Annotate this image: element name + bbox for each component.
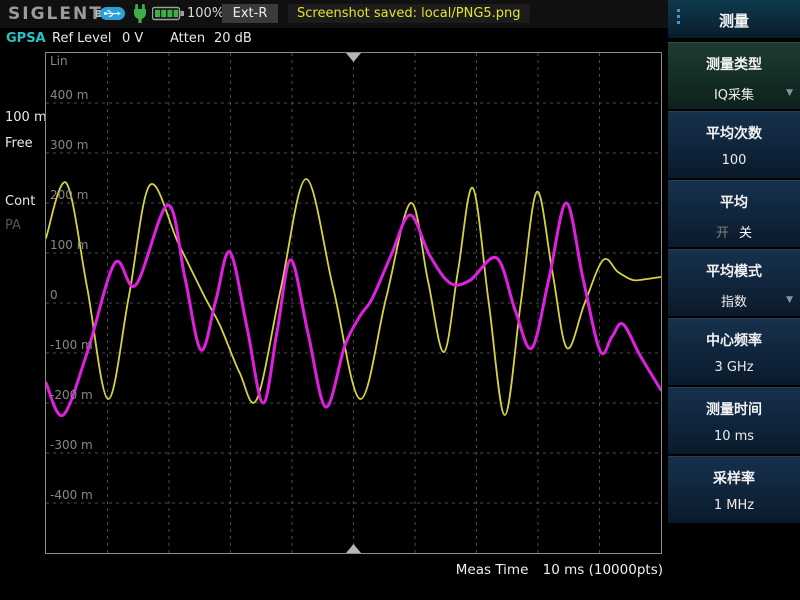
chevron-down-icon[interactable]: ▼ (786, 88, 793, 98)
y-axis-label: 100 m (50, 238, 88, 252)
toggle-option[interactable]: 开 (716, 226, 729, 241)
menu-item[interactable]: 测量类型 IQ采集 ▼ (668, 42, 800, 109)
meas-time-annotation: Meas Time 10 ms (10000pts) (456, 562, 663, 578)
menu-item-title: 平均次数 (668, 112, 800, 143)
top-status-bar: SIGLENT 100% Ext-R Screenshot saved: loc… (0, 0, 668, 28)
screenshot-saved-message: Screenshot saved: local/PNG5.png (288, 4, 530, 23)
menu-item[interactable]: 中心频率 3 GHz (668, 318, 800, 385)
scale-type-label: Lin (50, 54, 68, 68)
menu-item-value: 100 (668, 153, 800, 168)
chevron-down-icon[interactable]: ▼ (786, 295, 793, 305)
battery-icon (152, 6, 185, 21)
menu-item[interactable]: 平均 开关 (668, 180, 800, 247)
siglent-logo: SIGLENT (8, 4, 103, 24)
menu-item-title: 测量类型 (668, 43, 800, 74)
center-marker-bottom-icon (346, 544, 361, 553)
menu-item[interactable]: 采样率 1 MHz (668, 456, 800, 523)
battery-percentage: 100% (187, 6, 224, 21)
menu-item-title: 测量时间 (668, 388, 800, 419)
center-marker-top-icon (346, 53, 361, 62)
y-axis-label: 300 m (50, 138, 88, 152)
ref-level-label: Ref Level (52, 31, 111, 46)
y-axis-label: 200 m (50, 188, 88, 202)
analyzer-screen: SIGLENT 100% Ext-R Screenshot saved: loc… (0, 0, 800, 600)
y-axis-label: -300 m (50, 438, 93, 452)
plot-area: Lin 400 m 300 m 200 m 100 m 0 -100 m -200 m -30… (45, 52, 662, 554)
menu-item-value: IQ采集 (668, 84, 800, 103)
menu-item-title: 中心频率 (668, 319, 800, 350)
menu-item-title: 平均模式 (668, 250, 800, 281)
ref-level-value[interactable]: 0 V (122, 31, 143, 46)
menu-item-value: 1 MHz (668, 498, 800, 513)
menu-item-value: 指数 (668, 291, 800, 310)
menu-item-title: 采样率 (668, 457, 800, 488)
y-axis-label: -100 m (50, 338, 93, 352)
usb-icon (96, 6, 126, 21)
ext-ref-indicator: Ext-R (222, 4, 278, 23)
menu-item[interactable]: 测量时间 10 ms (668, 387, 800, 454)
menu-header: 测量 (668, 0, 800, 38)
sweep-mode-label: Cont (5, 194, 35, 209)
mode-badge: GPSA (6, 31, 46, 46)
menu-item[interactable]: 平均次数 100 (668, 111, 800, 178)
menu-item-value: 3 GHz (668, 360, 800, 375)
toggle-option[interactable]: 关 (739, 226, 752, 241)
menu-title: 测量 (668, 10, 800, 31)
y-axis-label: -400 m (50, 488, 93, 502)
atten-label: Atten (170, 31, 205, 46)
y-axis-label: 400 m (50, 88, 88, 102)
menu-item[interactable]: 平均模式 指数 ▼ (668, 249, 800, 316)
y-axis-label: 0 (50, 288, 58, 302)
atten-value[interactable]: 20 dB (214, 31, 252, 46)
power-plug-icon (132, 4, 148, 25)
menu-item-value: 10 ms (668, 429, 800, 444)
meas-time-value: 10 ms (10000pts) (543, 562, 663, 578)
softkey-menu: 测量 测量类型 IQ采集 ▼ 平均次数 100 平均 开关 平均模式 指数 ▼ … (668, 0, 800, 600)
meas-time-label: Meas Time (456, 562, 529, 578)
menu-item-value: 开关 (668, 222, 800, 241)
waveform-display (46, 53, 661, 553)
preamp-label: PA (5, 218, 21, 233)
y-axis-label: -200 m (50, 388, 93, 402)
trigger-mode-label: Free (5, 136, 33, 151)
menu-item-title: 平均 (668, 181, 800, 212)
measurement-status-row: GPSA Ref Level 0 V Atten 20 dB (0, 28, 668, 50)
